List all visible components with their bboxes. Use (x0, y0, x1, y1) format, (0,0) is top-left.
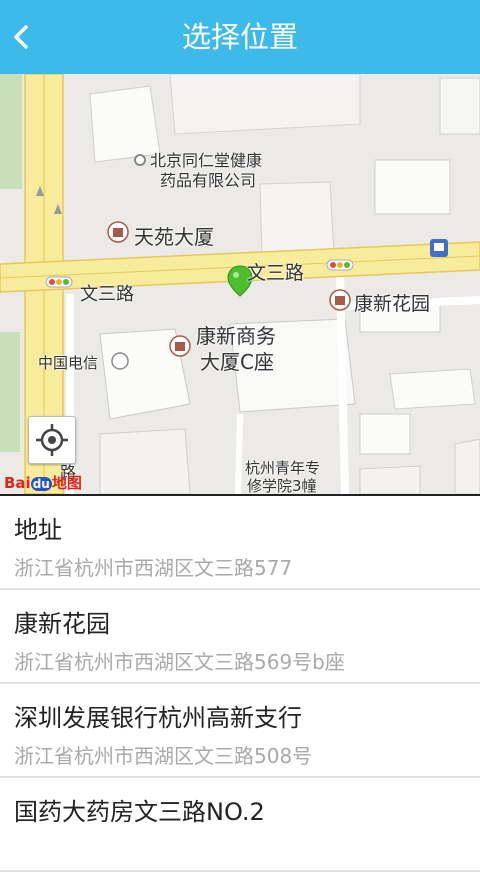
place-item[interactable]: 地址 浙江省杭州市西湖区文三路577 (0, 496, 480, 590)
poi-label-china-telecom: 中国电信 (38, 354, 99, 372)
poi-label-tianyuan: 天苑大厦 (134, 225, 214, 249)
poi-label-hangzhou-qingnian-2: 修学院3幢 (247, 477, 317, 494)
logo-du: du (30, 477, 52, 491)
road-label-wensanlu-right: 文三路 (247, 262, 305, 284)
place-list: 地址 浙江省杭州市西湖区文三路577 康新花园 浙江省杭州市西湖区文三路569号… (0, 496, 480, 872)
place-address: 浙江省杭州市西湖区文三路508号 (14, 744, 313, 768)
logo-text: Bai (4, 474, 31, 492)
locate-button[interactable] (28, 416, 76, 464)
place-name: 康新花园 (14, 610, 110, 638)
place-address: 浙江省杭州市西湖区文三路577 (14, 556, 293, 580)
road-label-wensanlu-left: 文三路 (80, 284, 134, 305)
poi-label-kangxin-huayuan: 康新花园 (354, 293, 431, 315)
baidu-map-logo: Bai du 地图 (4, 472, 82, 493)
place-item[interactable]: 康新花园 浙江省杭州市西湖区文三路569号b座 (0, 590, 480, 684)
place-name: 国药大药房文三路NO.2 (14, 798, 265, 826)
poi-label-tongrentang-2: 药品有限公司 (160, 171, 257, 190)
place-address: 浙江省杭州市西湖区文三路569号b座 (14, 650, 345, 674)
locate-icon (36, 424, 68, 456)
place-name: 深圳发展银行杭州高新支行 (14, 704, 302, 732)
logo-tail: 地图 (51, 474, 82, 492)
page-title: 选择位置 (181, 20, 298, 54)
place-item[interactable]: 深圳发展银行杭州高新支行 浙江省杭州市西湖区文三路508号 (0, 684, 480, 778)
place-item[interactable]: 国药大药房文三路NO.2 (0, 778, 480, 872)
poi-label-kangxin-shangwu: 康新商务 (196, 324, 276, 348)
title-bar: 选择位置 (0, 0, 480, 74)
place-name: 地址 (14, 516, 62, 544)
poi-label-kangxin-shangwu-2: 大厦C座 (200, 350, 274, 374)
